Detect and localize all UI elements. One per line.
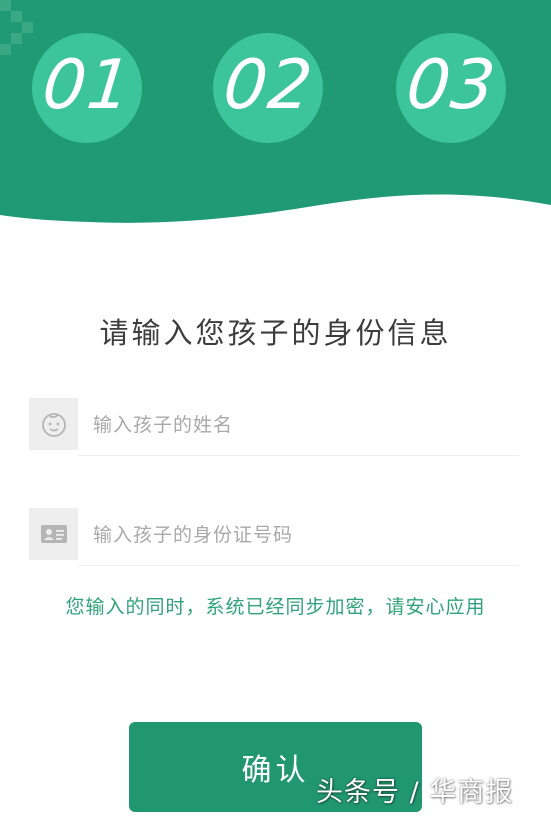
id-card-icon — [29, 508, 78, 560]
child-id-input[interactable]: 输入孩子的身份证号码 — [93, 520, 293, 547]
step-3-number: 03 — [402, 45, 500, 125]
child-id-field[interactable]: 输入孩子的身份证号码 — [29, 508, 519, 568]
field-underline — [78, 455, 519, 456]
child-face-icon — [29, 398, 78, 450]
step-2-circle: 02 — [213, 33, 323, 143]
step-3-circle: 03 — [396, 33, 506, 143]
child-name-field[interactable]: 输入孩子的姓名 — [29, 398, 519, 458]
chevron-right-icon — [0, 0, 33, 55]
child-name-input[interactable]: 输入孩子的姓名 — [93, 410, 233, 437]
encryption-notice: 您输入的同时，系统已经同步加密，请安心应用 — [65, 596, 486, 618]
step-2-number: 02 — [219, 45, 317, 125]
step-header: 01 02 03 — [0, 0, 551, 240]
form-title: 请输入您孩子的身份信息 — [99, 316, 452, 350]
step-1-number: 01 — [38, 45, 136, 125]
watermark-text: 头条号 / 华商报 — [316, 777, 514, 808]
step-1-circle: 01 — [32, 33, 142, 143]
field-underline — [78, 565, 519, 566]
